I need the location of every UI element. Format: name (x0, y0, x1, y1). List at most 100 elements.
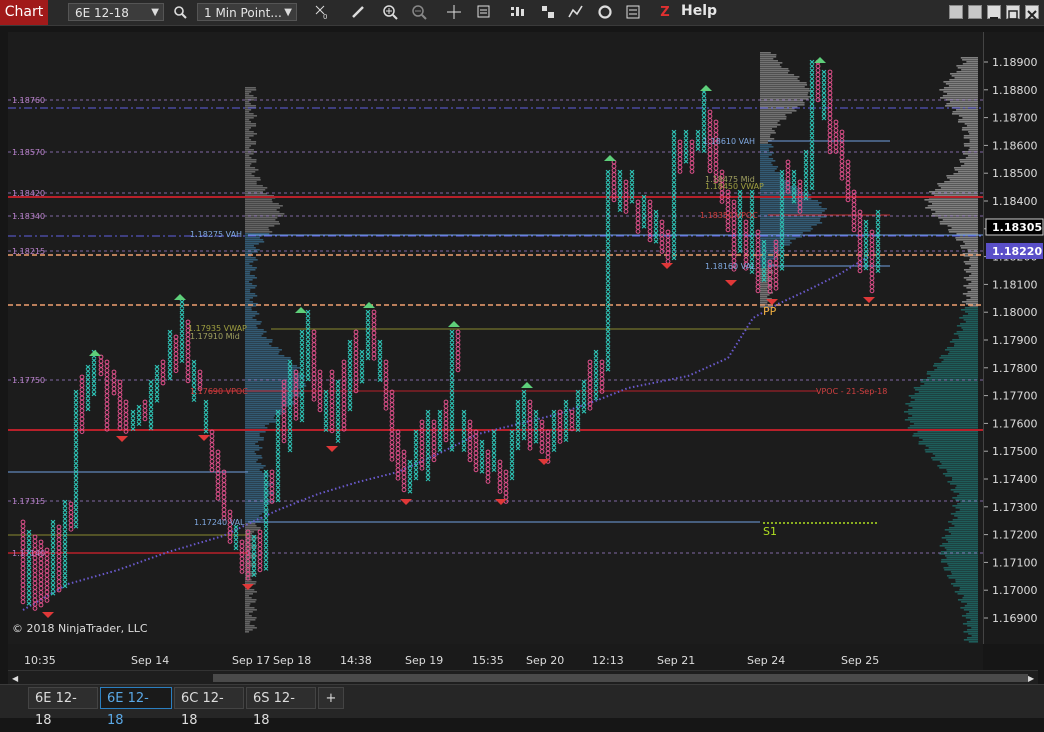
chart-panel[interactable]: 1.18760 1.18570 1.18420 1.18340 1.18215 … (8, 32, 983, 644)
price-tick: 1.18500 (992, 167, 1038, 180)
refresh-icon[interactable] (595, 3, 615, 21)
level-label: 1.18760 (12, 96, 45, 105)
zoom-in-icon[interactable] (380, 3, 400, 21)
x-column (148, 379, 154, 431)
window-button-1[interactable] (949, 5, 963, 19)
search-icon[interactable] (170, 3, 190, 21)
time-label: Sep 25 (841, 654, 879, 667)
add-tab-button[interactable]: + (318, 687, 344, 709)
o-column (599, 359, 605, 394)
o-column (209, 429, 215, 473)
close-button[interactable] (1025, 5, 1039, 20)
price-tick: 1.17600 (992, 417, 1038, 430)
up-arrow-icon (521, 382, 533, 388)
s1-label: S1 (763, 525, 777, 538)
z-order-icon[interactable]: Z (655, 3, 675, 21)
price-tick: 1.17800 (992, 362, 1038, 375)
o-column (341, 359, 347, 432)
o-column (455, 329, 461, 373)
o-column (20, 519, 26, 605)
val-label-right: 1.18160 VAL (705, 262, 756, 271)
copyright-label: © 2018 NinjaTrader, LLC (12, 622, 148, 635)
time-label: Sep 20 (526, 654, 564, 667)
o-column (503, 469, 509, 504)
x-column (85, 364, 91, 412)
data-box-icon[interactable] (474, 3, 494, 21)
price-tick: 1.18100 (992, 278, 1038, 291)
price-tick: 1.17500 (992, 445, 1038, 458)
o-column (401, 449, 407, 493)
mid-label-left: 1.17910 Mid (190, 332, 240, 341)
x-column (491, 429, 497, 473)
price-tick: 1.18900 (992, 56, 1038, 69)
scroll-right-icon[interactable]: ▶ (1028, 674, 1034, 683)
x-column (407, 459, 413, 494)
pencil-icon[interactable] (348, 3, 368, 21)
time-label: Sep 19 (405, 654, 443, 667)
time-label: Sep 17 (232, 654, 270, 667)
o-column (269, 469, 275, 504)
x-column (413, 429, 419, 481)
tab-6e-1[interactable]: 6E 12-18 (28, 687, 98, 728)
help-menu[interactable]: Help (681, 3, 717, 19)
window-button-2[interactable] (968, 5, 982, 19)
o-column (117, 379, 123, 431)
price-axis[interactable]: 1.18900 1.18800 1.18700 1.18600 1.18500 1.184… (983, 32, 1044, 644)
price-tick: 1.18000 (992, 306, 1038, 319)
x-column (863, 219, 869, 271)
x-column (179, 299, 185, 364)
o-column (677, 139, 683, 174)
chart-toolbar: Chart 6E 12-18 ▼ 1 Min Point... ▼ 0 Z He… (0, 0, 1044, 26)
time-label: 10:35 (24, 654, 56, 667)
time-label: Sep 21 (657, 654, 695, 667)
o-column (311, 329, 317, 402)
price-tick: 1.17000 (992, 584, 1038, 597)
scroll-left-icon[interactable]: ◀ (12, 674, 18, 683)
o-column (44, 547, 50, 603)
price-tick: 1.17900 (992, 334, 1038, 347)
x-column (479, 439, 485, 474)
o-column (257, 529, 263, 573)
zoom-out-icon[interactable] (409, 3, 429, 21)
x-column (305, 309, 311, 382)
tab-6c[interactable]: 6C 12-18 (174, 687, 244, 728)
x-column (154, 364, 160, 403)
o-column (68, 501, 74, 532)
instrument-tabs: 6E 12-18 6E 12-18 6C 12-18 6S 12-18 + (0, 684, 1044, 728)
o-column (539, 419, 545, 454)
o-column (689, 139, 695, 174)
minimize-button[interactable] (987, 5, 1001, 19)
up-arrow-icon (448, 321, 460, 327)
tab-6s[interactable]: 6S 12-18 (246, 687, 316, 728)
indicators-icon[interactable] (566, 3, 586, 21)
strategies-icon[interactable] (538, 3, 558, 21)
cursor-cross-icon[interactable] (444, 3, 464, 21)
crosshair-icon[interactable]: 0 (312, 3, 332, 21)
o-column (142, 399, 148, 422)
volume-profile-left (245, 87, 307, 633)
x-column (737, 189, 743, 254)
o-column (485, 449, 491, 484)
scroll-thumb[interactable] (213, 674, 1028, 682)
price-chart[interactable]: 1.18760 1.18570 1.18420 1.18340 1.18215 … (8, 32, 983, 644)
horizontal-scrollbar[interactable]: ◀ ▶ (8, 670, 1038, 685)
o-column (467, 419, 473, 463)
x-column (287, 359, 293, 453)
x-column (563, 399, 569, 443)
instrument-selector[interactable]: 6E 12-18 ▼ (68, 3, 164, 21)
o-column (32, 534, 38, 611)
tab-6e-2[interactable]: 6E 12-18 (100, 687, 172, 728)
vah-label-right: 1.18610 VAH (703, 137, 755, 146)
o-column (869, 229, 875, 294)
bar-chart-icon[interactable] (507, 3, 527, 21)
profile-labels: 1.18275 VAH 1.17935 VWAP 1.17910 Mid 1.1… (12, 137, 887, 635)
properties-icon[interactable] (623, 3, 643, 21)
o-column (353, 329, 359, 394)
interval-selector[interactable]: 1 Min Point... ▼ (197, 3, 297, 21)
time-axis[interactable]: 10:35 Sep 14 Sep 17 Sep 18 14:38 Sep 19 … (8, 644, 983, 670)
time-label: 12:13 (592, 654, 624, 667)
down-arrow-icon (725, 280, 737, 286)
o-column (659, 219, 665, 254)
down-arrow-icon (42, 612, 54, 618)
maximize-button[interactable] (1006, 5, 1020, 20)
